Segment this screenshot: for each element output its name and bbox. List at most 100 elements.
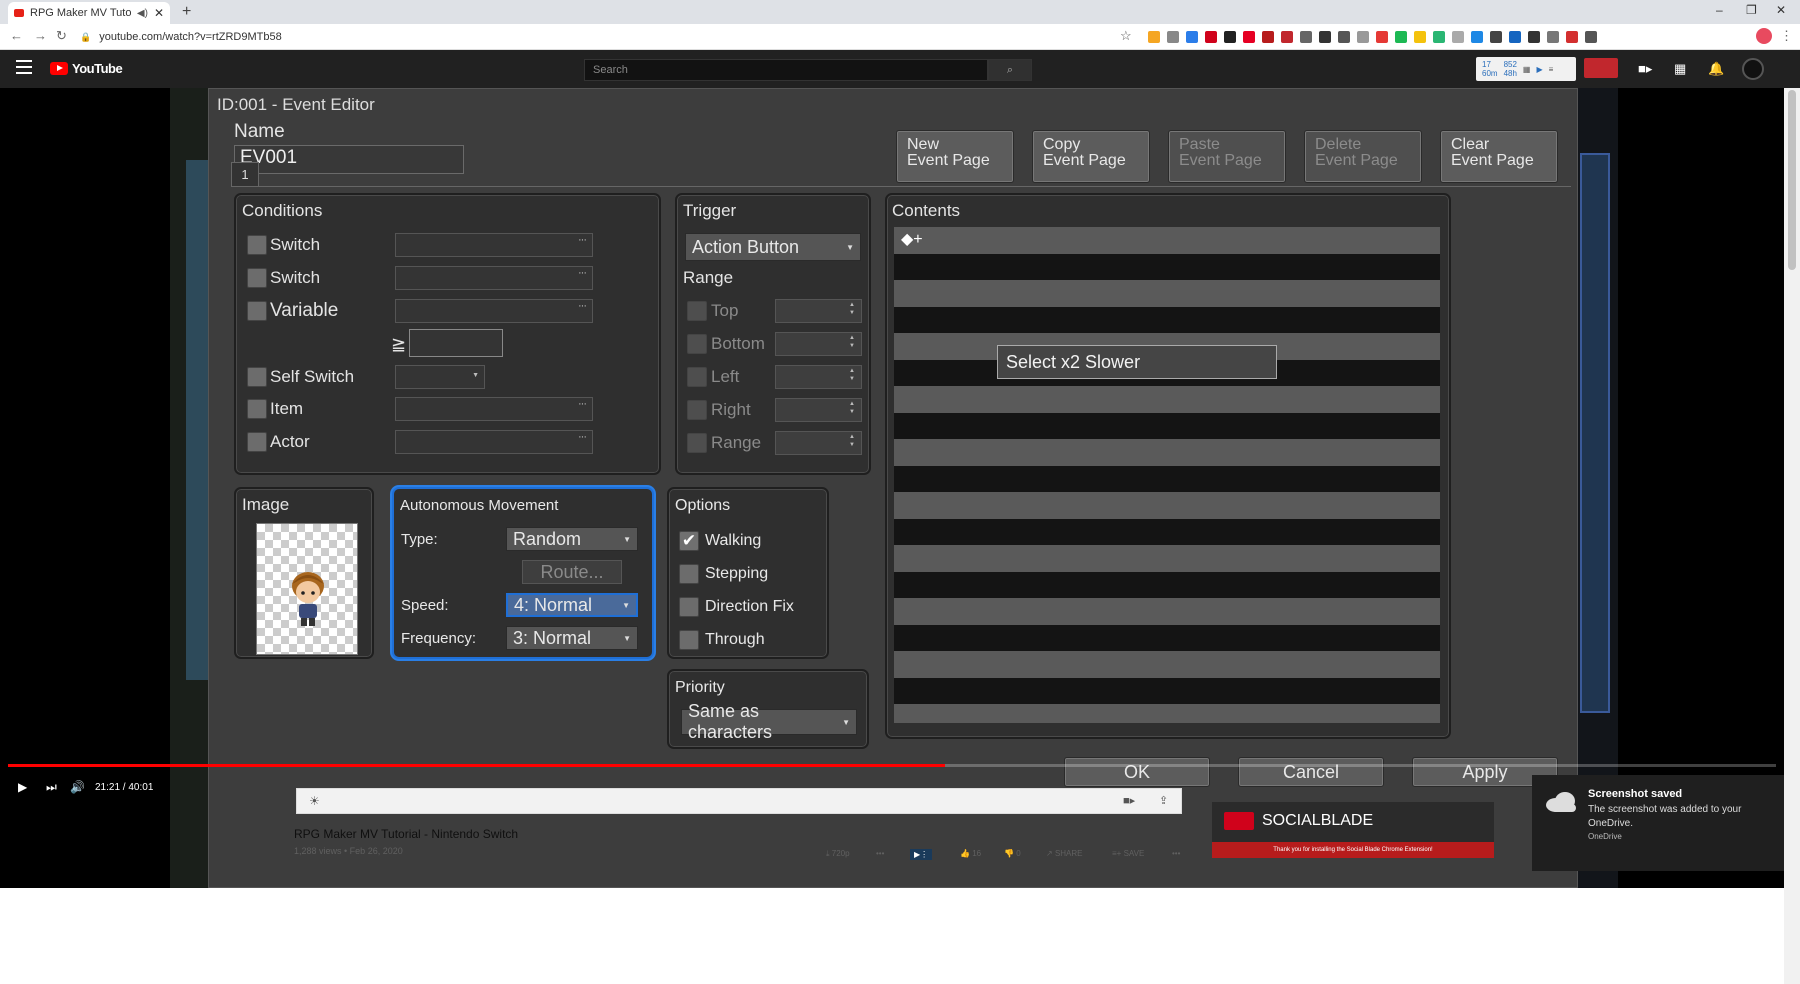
priority-select[interactable]: Same as characters ▼ [681, 701, 857, 742]
content-row[interactable] [894, 704, 1440, 723]
range-left-spinner[interactable]: ▲ ▼ [775, 365, 862, 389]
delete-event-page-button[interactable]: Delete Event Page [1304, 130, 1422, 183]
content-row[interactable] [894, 651, 1440, 678]
character-image-preview[interactable] [256, 523, 358, 655]
extension-icon[interactable] [1148, 31, 1160, 43]
extension-icon[interactable] [1433, 31, 1445, 43]
extension-icon[interactable] [1205, 31, 1217, 43]
content-row[interactable] [894, 465, 1440, 492]
extension-icon[interactable] [1547, 31, 1559, 43]
walking-checkbox[interactable]: ✔ [679, 531, 699, 551]
extension-icon[interactable] [1452, 31, 1464, 43]
extension-icon[interactable] [1300, 31, 1312, 43]
socialblade-banner[interactable]: SOCIALBLADE Thank you for installing the… [1212, 802, 1494, 858]
content-row[interactable] [894, 545, 1440, 572]
minimize-icon[interactable]: – [1716, 3, 1723, 17]
content-row[interactable] [894, 227, 1440, 254]
content-row[interactable] [894, 571, 1440, 598]
address-bar[interactable]: 🔒 youtube.com/watch?v=rtZRD9MTb58 [80, 27, 1160, 47]
frequency-select[interactable]: 3: Normal ▼ [506, 626, 638, 650]
content-row[interactable] [894, 624, 1440, 651]
socialblade-mini-icon[interactable]: ▶⋮ [910, 849, 933, 860]
close-tab-icon[interactable]: ✕ [154, 6, 164, 20]
actor-checkbox[interactable] [247, 432, 267, 452]
switch1-checkbox[interactable] [247, 235, 267, 255]
camera-icon[interactable]: ■▸ [1123, 794, 1135, 807]
youtube-logo[interactable]: YouTube [50, 61, 123, 76]
variable-checkbox[interactable] [247, 301, 267, 321]
stepping-checkbox[interactable] [679, 564, 699, 584]
content-row[interactable] [894, 677, 1440, 704]
apps-grid-icon[interactable]: ▦ [1674, 61, 1686, 77]
content-row[interactable] [894, 253, 1440, 280]
item-checkbox[interactable] [247, 399, 267, 419]
forward-icon[interactable]: → [34, 28, 47, 43]
extension-icon[interactable] [1414, 31, 1426, 43]
page-scrollbar-thumb[interactable] [1788, 90, 1796, 270]
extension-icon[interactable] [1357, 31, 1369, 43]
extension-icon[interactable] [1566, 31, 1578, 43]
quality-download[interactable]: ⤓ 720p [826, 849, 850, 859]
share-button[interactable]: ↗ SHARE [1046, 849, 1083, 858]
self-switch-checkbox[interactable] [247, 367, 267, 387]
progress-bar[interactable] [8, 764, 1776, 767]
content-row[interactable] [894, 492, 1440, 519]
socialblade-widget[interactable]: 17 60m 852 48h ▦ ▶ ≡ [1476, 57, 1576, 81]
trigger-select[interactable]: Action Button ▼ [685, 233, 861, 261]
extension-icon[interactable] [1243, 31, 1255, 43]
save-button[interactable]: ≡+ SAVE [1112, 849, 1144, 858]
puzzle-icon[interactable] [1585, 31, 1597, 43]
page-tab-1[interactable]: 1 [231, 162, 259, 187]
range-top-spinner[interactable]: ▲ ▼ [775, 299, 862, 323]
extension-icon[interactable] [1338, 31, 1350, 43]
menu-icon[interactable] [16, 60, 32, 74]
notifications-bell-icon[interactable]: 🔔 [1708, 61, 1724, 77]
content-row[interactable] [894, 280, 1440, 307]
content-row[interactable] [894, 518, 1440, 545]
browser-tab[interactable]: RPG Maker MV Tutorial - Ni ◀) ✕ [8, 2, 170, 24]
name-field[interactable]: EV001 [234, 145, 464, 174]
restore-icon[interactable]: ❐ [1746, 3, 1757, 17]
actor-selector[interactable]: ··· [395, 430, 593, 454]
browser-menu-icon[interactable]: ⋮ [1780, 28, 1793, 44]
extension-icon[interactable] [1262, 31, 1274, 43]
range-range-checkbox[interactable] [687, 433, 707, 453]
range-right-checkbox[interactable] [687, 400, 707, 420]
item-selector[interactable]: ··· [395, 397, 593, 421]
extension-icon[interactable] [1509, 31, 1521, 43]
extension-icon[interactable] [1167, 31, 1179, 43]
copy-event-page-button[interactable]: Copy Event Page [1032, 130, 1150, 183]
play-icon[interactable]: ▶ [18, 780, 27, 794]
extension-icon[interactable] [1395, 31, 1407, 43]
more-actions-icon[interactable]: ••• [1172, 849, 1180, 858]
dislike-button[interactable]: 👎 0 [1004, 849, 1021, 858]
search-input[interactable]: Search [584, 59, 988, 81]
contents-list[interactable] [894, 227, 1440, 723]
close-window-icon[interactable]: ✕ [1776, 3, 1786, 17]
self-switch-select[interactable]: ▼ [395, 365, 485, 389]
extension-icon[interactable] [1224, 31, 1236, 43]
bookmark-star-icon[interactable]: ☆ [1120, 28, 1132, 44]
variable-value-field[interactable] [409, 329, 503, 357]
variable-selector[interactable]: ··· [395, 299, 593, 323]
like-button[interactable]: 👍 16 [960, 849, 981, 858]
type-select[interactable]: Random ▼ [506, 527, 638, 551]
screenshot-toast[interactable]: Screenshot saved The screenshot was adde… [1532, 775, 1784, 871]
switch2-checkbox[interactable] [247, 268, 267, 288]
socialblade-button[interactable] [1584, 58, 1618, 78]
audio-playing-icon[interactable]: ◀) [137, 8, 148, 19]
content-row[interactable] [894, 412, 1440, 439]
video-player[interactable]: ID:001 - Event Editor Name EV001 New Even… [0, 88, 1784, 888]
content-row[interactable] [894, 439, 1440, 466]
new-tab-icon[interactable]: + [182, 3, 191, 21]
next-icon[interactable]: ⏭ [46, 780, 57, 795]
content-row[interactable] [894, 598, 1440, 625]
clear-event-page-button[interactable]: Clear Event Page [1440, 130, 1558, 183]
range-right-spinner[interactable]: ▲ ▼ [775, 398, 862, 422]
extension-icon[interactable] [1186, 31, 1198, 43]
direction-fix-checkbox[interactable] [679, 597, 699, 617]
ok-button[interactable]: OK [1064, 757, 1210, 787]
account-avatar[interactable] [1742, 58, 1764, 80]
extension-icon[interactable] [1528, 31, 1540, 43]
new-event-page-button[interactable]: New Event Page [896, 130, 1014, 183]
